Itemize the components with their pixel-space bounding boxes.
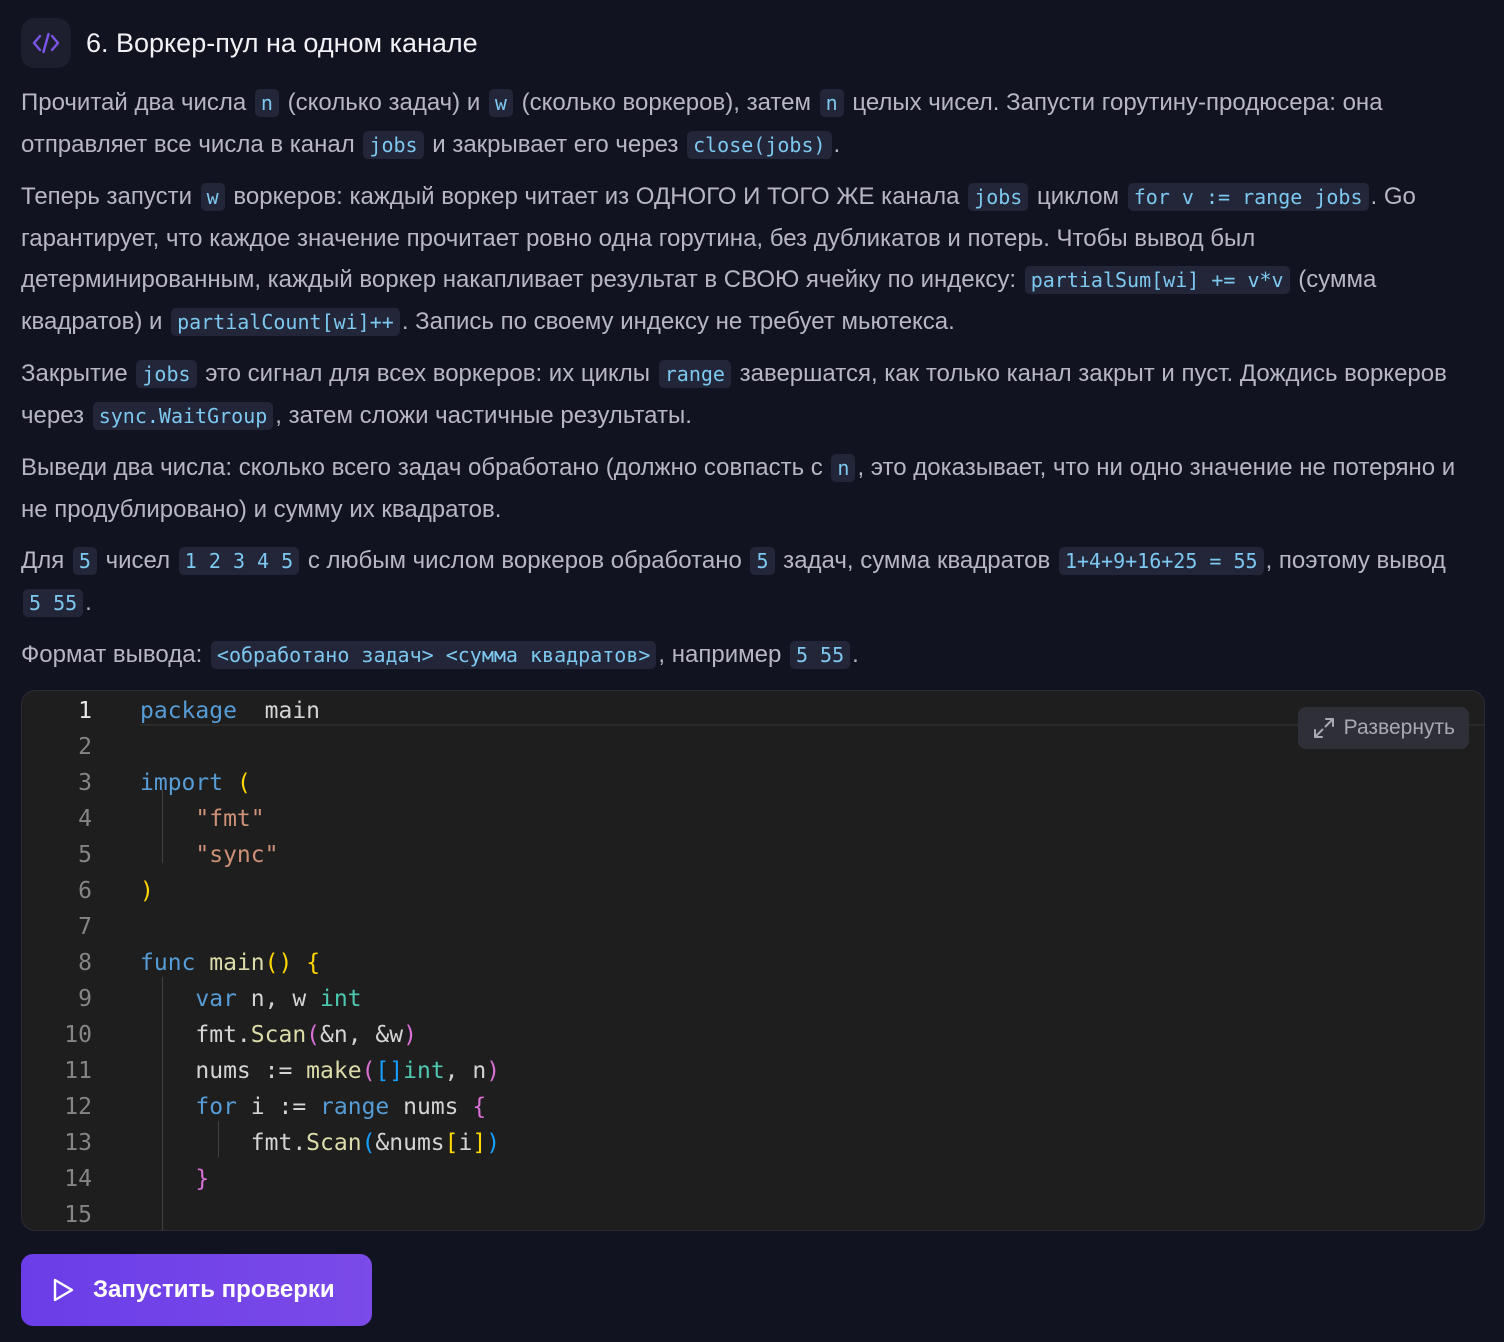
code-text: for i := range nums { xyxy=(195,1094,487,1120)
code-text: var n, w int xyxy=(195,986,362,1012)
inline-code: 5 xyxy=(72,547,97,575)
play-icon xyxy=(53,1278,74,1302)
line-number: 8 xyxy=(78,950,92,976)
inline-code: 1+4+9+16+25 = 55 xyxy=(1058,547,1264,575)
inline-code: partialCount[wi]++ xyxy=(171,308,400,336)
code-line[interactable]: 12 for i := range nums { xyxy=(22,1089,1484,1125)
task-title: 6. Воркер-пул на одном канале xyxy=(86,27,478,58)
code-editor[interactable]: 1 package main 2 3 import (4 "fmt" 5 "sync" 6)… xyxy=(21,690,1485,1231)
code-text: func main() { xyxy=(140,950,321,976)
description-paragraph: Для 5 чисел 1 2 3 4 5 с любым числом вор… xyxy=(21,547,1446,617)
line-number: 11 xyxy=(64,1058,92,1084)
inline-code: jobs xyxy=(363,131,424,159)
code-text: fmt.Scan(&n, &w) xyxy=(140,1022,417,1048)
line-number: 9 xyxy=(78,986,92,1012)
code-line[interactable]: 10 fmt.Scan(&n, &w) xyxy=(22,1017,1484,1053)
task-header: 6. Воркер-пул на одном канале xyxy=(21,18,478,68)
inline-code: range xyxy=(658,360,731,388)
inline-code: 5 xyxy=(750,547,775,575)
line-number: 14 xyxy=(64,1166,92,1192)
description-paragraph: Выведи два числа: сколько всего задач об… xyxy=(21,454,1456,523)
code-text: nums := make([]int, n) xyxy=(140,1058,501,1084)
description-paragraph: Прочитай два числа n (сколько задач) и w… xyxy=(21,89,1383,159)
inline-code: jobs xyxy=(968,183,1029,211)
code-line[interactable]: 2 xyxy=(22,729,1484,765)
code-line[interactable]: 13 fmt.Scan(&nums[i]) xyxy=(22,1125,1484,1161)
inline-code: <обработано задач> <сумма квадратов> xyxy=(210,641,657,669)
code-line[interactable]: 9 var n, w int xyxy=(22,981,1484,1017)
inline-code: w xyxy=(200,183,225,211)
code-text: package main xyxy=(140,698,321,724)
line-number: 5 xyxy=(78,842,92,868)
run-checks-button[interactable]: Запустить проверки xyxy=(21,1254,372,1326)
description-paragraph: Формат вывода: <обработано задач> <сумма… xyxy=(21,641,859,669)
code-line[interactable]: 5 "sync" xyxy=(22,837,1484,873)
description-paragraph: Теперь запусти w воркеров: каждый воркер… xyxy=(21,183,1416,336)
inline-code: close(jobs) xyxy=(687,131,832,159)
expand-icon xyxy=(1313,718,1334,738)
line-number: 13 xyxy=(64,1130,92,1156)
expand-button[interactable]: Развернуть xyxy=(1297,707,1469,749)
line-number: 3 xyxy=(78,770,92,796)
code-line[interactable]: 11 nums := make([]int, n) xyxy=(22,1053,1484,1089)
code-line[interactable]: 15 xyxy=(22,1197,1484,1230)
line-number: 4 xyxy=(78,806,92,832)
inline-code: n xyxy=(819,89,844,117)
inline-code: n xyxy=(831,454,856,482)
inline-code: 5 55 xyxy=(789,641,851,669)
line-number: 1 xyxy=(78,698,92,724)
indent-guide xyxy=(162,977,163,1230)
inline-code: sync.WaitGroup xyxy=(92,402,274,430)
code-lines[interactable]: 1 package main 2 3 import (4 "fmt" 5 "sync" 6)… xyxy=(22,693,1484,1230)
line-number: 12 xyxy=(64,1094,92,1120)
line-number: 7 xyxy=(78,914,92,940)
inline-code: 1 2 3 4 5 xyxy=(178,547,300,575)
run-checks-label: Запустить проверки xyxy=(93,1276,335,1303)
inline-code: for v := range jobs xyxy=(1127,183,1369,211)
code-line[interactable]: 7 xyxy=(22,909,1484,945)
code-text: import ( xyxy=(140,770,251,796)
indent-guide xyxy=(162,789,163,863)
task-description: Прочитай два числа n (сколько задач) и w… xyxy=(21,82,1486,686)
code-line[interactable]: 3 import ( xyxy=(22,765,1484,801)
line-number: 15 xyxy=(64,1202,92,1228)
code-line[interactable]: 1 package main xyxy=(22,693,1484,729)
inline-code: 5 55 xyxy=(23,589,84,617)
inline-code: jobs xyxy=(136,360,197,388)
code-text: "sync" xyxy=(195,842,279,868)
line-number: 2 xyxy=(78,734,92,760)
code-text: fmt.Scan(&nums[i]) xyxy=(140,1130,501,1156)
code-line[interactable]: 14 } xyxy=(22,1161,1484,1197)
code-line[interactable]: 6) xyxy=(22,873,1484,909)
code-text: } xyxy=(195,1166,210,1192)
inline-code: w xyxy=(488,89,513,117)
line-number: 10 xyxy=(64,1022,92,1048)
code-line[interactable]: 4 "fmt" xyxy=(22,801,1484,837)
indent-guide xyxy=(218,1121,219,1157)
line-number: 6 xyxy=(78,878,92,904)
code-icon xyxy=(21,18,71,68)
code-line[interactable]: 8 func main() { xyxy=(22,945,1484,981)
code-text: ) xyxy=(140,878,154,904)
description-paragraph: Закрытие jobs это сигнал для всех воркер… xyxy=(21,360,1447,430)
inline-code: n xyxy=(254,89,279,117)
code-text: "fmt" xyxy=(195,806,265,832)
inline-code: partialSum[wi] += v*v xyxy=(1024,266,1290,294)
expand-label: Развернуть xyxy=(1343,716,1455,739)
